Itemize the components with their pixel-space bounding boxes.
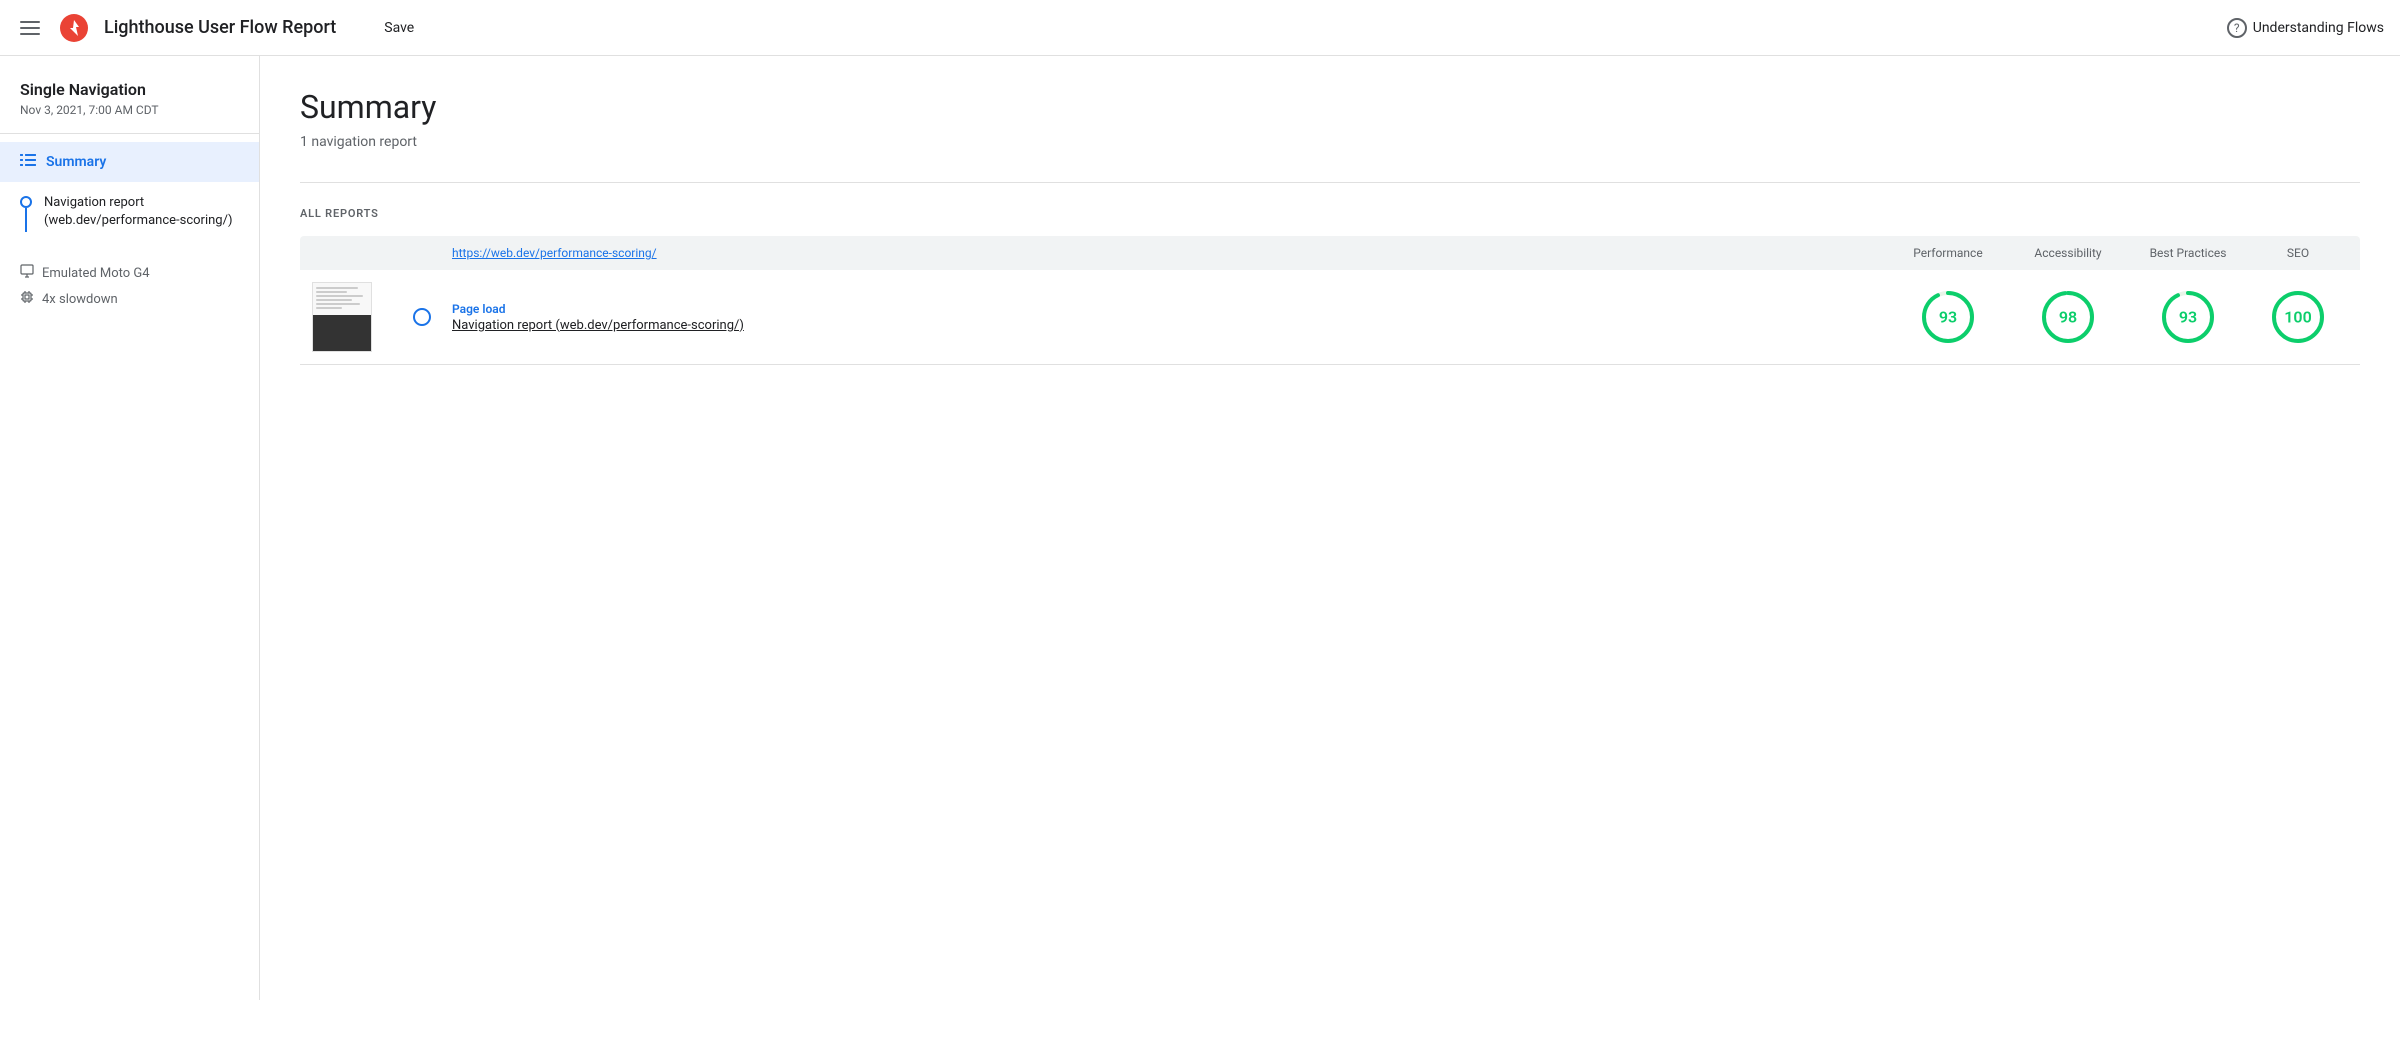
question-icon: ?: [2227, 18, 2247, 38]
understanding-flows-label: Understanding Flows: [2253, 20, 2384, 36]
cpu-icon: [20, 290, 34, 308]
all-reports-divider: [300, 182, 2360, 183]
sidebar-nav-item-navigation[interactable]: Navigation report (web.dev/performance-s…: [0, 182, 259, 244]
score-cell-seo[interactable]: 100: [2248, 289, 2348, 345]
nav-pin-line: [25, 208, 27, 232]
nav-pin: [20, 194, 32, 232]
sidebar-item-summary[interactable]: Summary: [0, 142, 259, 182]
reports-table: https://web.dev/performance-scoring/ Per…: [300, 236, 2360, 365]
nav-item-title: Navigation report (web.dev/performance-s…: [44, 194, 232, 230]
summary-subtext: 1 navigation report: [300, 134, 2360, 150]
report-info-cell: Page load Navigation report (web.dev/per…: [452, 302, 1888, 333]
sidebar-section-date: Nov 3, 2021, 7:00 AM CDT: [0, 103, 259, 133]
device-emulated: Emulated Moto G4: [20, 260, 239, 286]
performance-score-value: 93: [1939, 308, 1957, 327]
row-radio-button[interactable]: [413, 308, 431, 326]
table-header-row: https://web.dev/performance-scoring/ Per…: [300, 236, 2360, 270]
header-left: Lighthouse User Flow Report Save: [16, 14, 422, 42]
device-label: Emulated Moto G4: [42, 266, 150, 281]
sidebar-summary-label: Summary: [46, 154, 106, 170]
table-header-seo: SEO: [2248, 246, 2348, 260]
page-thumbnail: [312, 282, 372, 352]
understanding-flows-link[interactable]: ? Understanding Flows: [2227, 18, 2384, 38]
sidebar: Single Navigation Nov 3, 2021, 7:00 AM C…: [0, 56, 260, 1000]
score-cell-performance[interactable]: 93: [1888, 289, 2008, 345]
nav-item-text: Navigation report (web.dev/performance-s…: [44, 194, 232, 230]
report-type-label: Page load: [452, 302, 1888, 316]
lighthouse-logo: [60, 14, 88, 42]
save-button[interactable]: Save: [376, 14, 422, 42]
all-reports-label: ALL REPORTS: [300, 207, 2360, 220]
sidebar-divider: [0, 133, 259, 134]
score-cell-accessibility[interactable]: 98: [2008, 289, 2128, 345]
accessibility-score-ring: 98: [2040, 289, 2096, 345]
table-header-url[interactable]: https://web.dev/performance-scoring/: [452, 246, 1888, 260]
score-cell-best-practices[interactable]: 93: [2128, 289, 2248, 345]
thumbnail-cell: [312, 282, 392, 352]
seo-score-value: 100: [2284, 308, 2311, 327]
header-right: ? Understanding Flows: [2227, 18, 2384, 38]
nav-pin-circle: [20, 196, 32, 208]
app-header: Lighthouse User Flow Report Save ? Under…: [0, 0, 2400, 56]
sidebar-section-title: Single Navigation: [0, 80, 259, 103]
report-link[interactable]: Navigation report (web.dev/performance-s…: [452, 318, 1888, 333]
device-slowdown: 4x slowdown: [20, 286, 239, 312]
performance-score-ring: 93: [1920, 289, 1976, 345]
app-title: Lighthouse User Flow Report: [104, 17, 336, 38]
radio-cell[interactable]: [392, 308, 452, 326]
sidebar-device-section: Emulated Moto G4: [0, 244, 259, 328]
summary-heading: Summary: [300, 88, 2360, 126]
main-layout: Single Navigation Nov 3, 2021, 7:00 AM C…: [0, 56, 2400, 1000]
accessibility-score-value: 98: [2059, 308, 2077, 327]
list-icon: [20, 152, 36, 172]
best-practices-score-ring: 93: [2160, 289, 2216, 345]
table-row: Page load Navigation report (web.dev/per…: [300, 270, 2360, 365]
table-header-performance: Performance: [1888, 246, 2008, 260]
best-practices-score-value: 93: [2179, 308, 2197, 327]
seo-score-ring: 100: [2270, 289, 2326, 345]
table-header-best-practices: Best Practices: [2128, 246, 2248, 260]
monitor-icon: [20, 264, 34, 282]
slowdown-label: 4x slowdown: [42, 292, 118, 307]
menu-button[interactable]: [16, 17, 44, 39]
main-content: Summary 1 navigation report ALL REPORTS …: [260, 56, 2400, 1000]
table-header-accessibility: Accessibility: [2008, 246, 2128, 260]
